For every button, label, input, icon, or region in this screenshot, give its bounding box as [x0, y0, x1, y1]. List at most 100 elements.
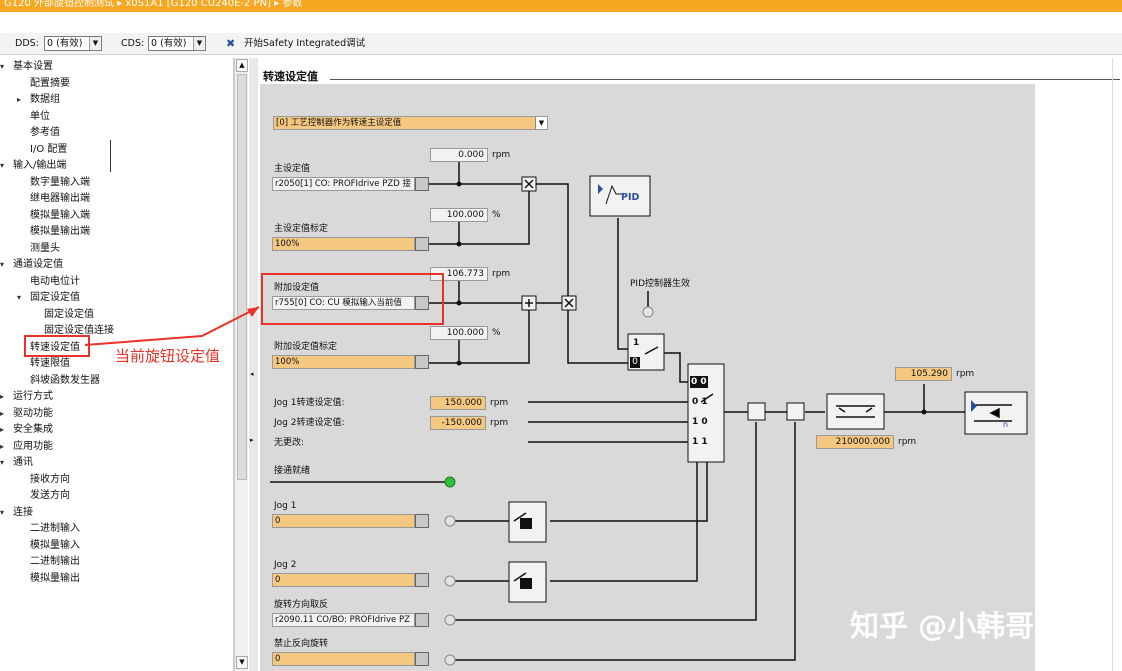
- tree-highlight-box: [24, 335, 90, 357]
- tree-item-label: 安全集成: [13, 424, 53, 435]
- forbid-reverse-input[interactable]: 0: [272, 652, 415, 666]
- expand-down-icon[interactable]: ▾: [0, 257, 4, 273]
- tree-item[interactable]: 模拟量输入端: [30, 208, 90, 224]
- expand-down-icon[interactable]: ▾: [17, 290, 21, 306]
- tree-item-label: 电动电位计: [30, 275, 80, 287]
- tree-item[interactable]: ▾ 通道设定值: [0, 257, 63, 273]
- safety-tool-icon: ✖: [226, 37, 236, 50]
- jog1-speed-unit: rpm: [490, 398, 509, 408]
- main-setpoint-connect-button[interactable]: [415, 177, 429, 191]
- output-speed-unit: rpm: [956, 369, 975, 379]
- expand-right-icon[interactable]: ▸: [250, 436, 254, 444]
- code-01: 0 1: [692, 397, 708, 407]
- tree-item-label: 通讯: [13, 457, 33, 468]
- safety-commissioning-button[interactable]: 开始Safety Integrated调试: [244, 38, 365, 50]
- main-scale-label: 主设定值标定: [274, 224, 329, 234]
- tree-item-label: 固定设定值: [44, 308, 94, 320]
- chevron-down-icon: ▼: [193, 37, 205, 50]
- tree-item[interactable]: 配置摘要: [30, 76, 70, 92]
- add-scale-connect-button[interactable]: [415, 355, 429, 369]
- tree-item[interactable]: ▸ 运行方式: [0, 389, 53, 405]
- jog2-input[interactable]: 0: [272, 573, 415, 587]
- expand-right-icon[interactable]: ▸: [0, 422, 4, 438]
- scroll-thumb[interactable]: [237, 74, 247, 480]
- jog2-speed-input[interactable]: -150.000: [430, 416, 486, 430]
- jog1-speed-label: Jog 1转速设定值:: [274, 398, 345, 408]
- tree-item-label: 转速限值: [30, 358, 70, 369]
- expand-down-icon[interactable]: ▾: [0, 505, 4, 521]
- tree-item[interactable]: 模拟量输出: [30, 571, 80, 587]
- switch-1-label: 1: [633, 338, 640, 348]
- cds-select[interactable]: 0 (有效) ▼: [148, 36, 206, 51]
- tree-item[interactable]: 转速限值: [30, 356, 70, 372]
- forbid-reverse-label: 禁止反向旋转: [274, 639, 329, 649]
- tree-item[interactable]: ▾ 固定设定值: [17, 290, 80, 306]
- add-scale-input[interactable]: 100%: [272, 355, 415, 369]
- expand-right-icon[interactable]: ▸: [0, 406, 4, 422]
- main-setpoint-unit: rpm: [492, 150, 511, 160]
- tree-item[interactable]: ▾ 通讯: [0, 455, 33, 471]
- jog1-connect-button[interactable]: [415, 514, 429, 528]
- expand-down-icon[interactable]: ▾: [0, 455, 4, 471]
- mode-select[interactable]: [0] 工艺控制器作为转速主设定值 ▼: [273, 116, 548, 130]
- expand-right-icon[interactable]: ▸: [17, 92, 21, 108]
- scroll-down-icon[interactable]: ▼: [236, 656, 248, 669]
- reverse-connect-button[interactable]: [415, 613, 429, 627]
- add-scale-unit: %: [492, 328, 501, 338]
- tree-item[interactable]: ▾ 基本设置: [0, 59, 53, 75]
- tree-item[interactable]: ▸ 安全集成: [0, 422, 53, 438]
- expand-down-icon[interactable]: ▾: [0, 59, 4, 75]
- tree-item[interactable]: 斜坡函数发生器: [30, 373, 100, 389]
- tree-item-label: 数据组: [30, 94, 60, 105]
- speed-limit-input[interactable]: 210000.000: [816, 435, 894, 449]
- main-scale-input[interactable]: 100%: [272, 237, 415, 251]
- forbid-reverse-connect-button[interactable]: [415, 652, 429, 666]
- tree-item-label: 模拟量输入: [30, 539, 80, 551]
- tree-item[interactable]: 数字量输入端: [30, 175, 90, 191]
- jog1-input[interactable]: 0: [272, 514, 415, 528]
- tree-item[interactable]: 电动电位计: [30, 274, 80, 290]
- tree-item-label: 测量头: [30, 242, 60, 254]
- tree-item[interactable]: ▸ 应用功能: [0, 439, 53, 455]
- expand-right-icon[interactable]: ▸: [0, 439, 4, 455]
- tree-item[interactable]: ▾ 连接: [0, 505, 33, 521]
- tree-item[interactable]: 发送方向: [30, 488, 70, 504]
- expand-right-icon[interactable]: ▸: [0, 389, 4, 405]
- dds-select[interactable]: 0 (有效) ▼: [44, 36, 102, 51]
- pid-controller-button[interactable]: PID: [621, 192, 639, 204]
- watermark: 知乎 @小韩哥哥: [850, 609, 1064, 643]
- tree-item-label: 固定设定值: [30, 292, 80, 303]
- tree-scrollbar[interactable]: ▲ ▼: [234, 58, 248, 671]
- tree-item-label: 斜坡函数发生器: [30, 374, 100, 386]
- collapse-left-icon[interactable]: ◂: [250, 370, 254, 378]
- jog1-input-label: Jog 1: [274, 501, 297, 511]
- tree-item[interactable]: 单位: [30, 109, 50, 125]
- tree-item[interactable]: 固定设定值: [44, 307, 94, 323]
- tree-item[interactable]: 参考值: [30, 125, 60, 141]
- tree-item[interactable]: ▸ 数据组: [17, 92, 60, 108]
- jog2-connect-button[interactable]: [415, 573, 429, 587]
- tree-item[interactable]: 继电器输出端: [30, 191, 90, 207]
- reverse-source[interactable]: r2090.11 CO/BO: PROFIdrive PZ: [272, 613, 415, 627]
- jog1-speed-input[interactable]: 150.000: [430, 396, 486, 410]
- main-setpoint-source[interactable]: r2050[1] CO: PROFIdrive PZD 接: [272, 177, 415, 191]
- tree-item[interactable]: 二进制输出: [30, 554, 80, 570]
- switch-0-label: 0: [630, 357, 640, 368]
- panel-splitter[interactable]: ◂ ▸: [249, 58, 258, 671]
- expand-down-icon[interactable]: ▾: [0, 158, 4, 174]
- tree-item-label: 基本设置: [13, 61, 53, 72]
- annotation-text: 当前旋钮设定值: [115, 347, 221, 365]
- jog2-speed-unit: rpm: [490, 418, 509, 428]
- tree-item[interactable]: 二进制输入: [30, 521, 80, 537]
- scroll-up-icon[interactable]: ▲: [236, 59, 248, 72]
- tree-item-label: 配置摘要: [30, 77, 70, 89]
- tree-item[interactable]: 模拟量输入: [30, 538, 80, 554]
- main-setpoint-readout: 0.000: [430, 148, 488, 162]
- tree-item[interactable]: 测量头: [30, 241, 60, 257]
- main-scale-connect-button[interactable]: [415, 237, 429, 251]
- tree-item[interactable]: 接收方向: [30, 472, 70, 488]
- tree-item[interactable]: ▾ 输入/输出端: [0, 158, 66, 174]
- tree-item[interactable]: 模拟量输出端: [30, 224, 90, 240]
- tree-item[interactable]: I/O 配置: [30, 142, 67, 158]
- tree-item[interactable]: ▸ 驱动功能: [0, 406, 53, 422]
